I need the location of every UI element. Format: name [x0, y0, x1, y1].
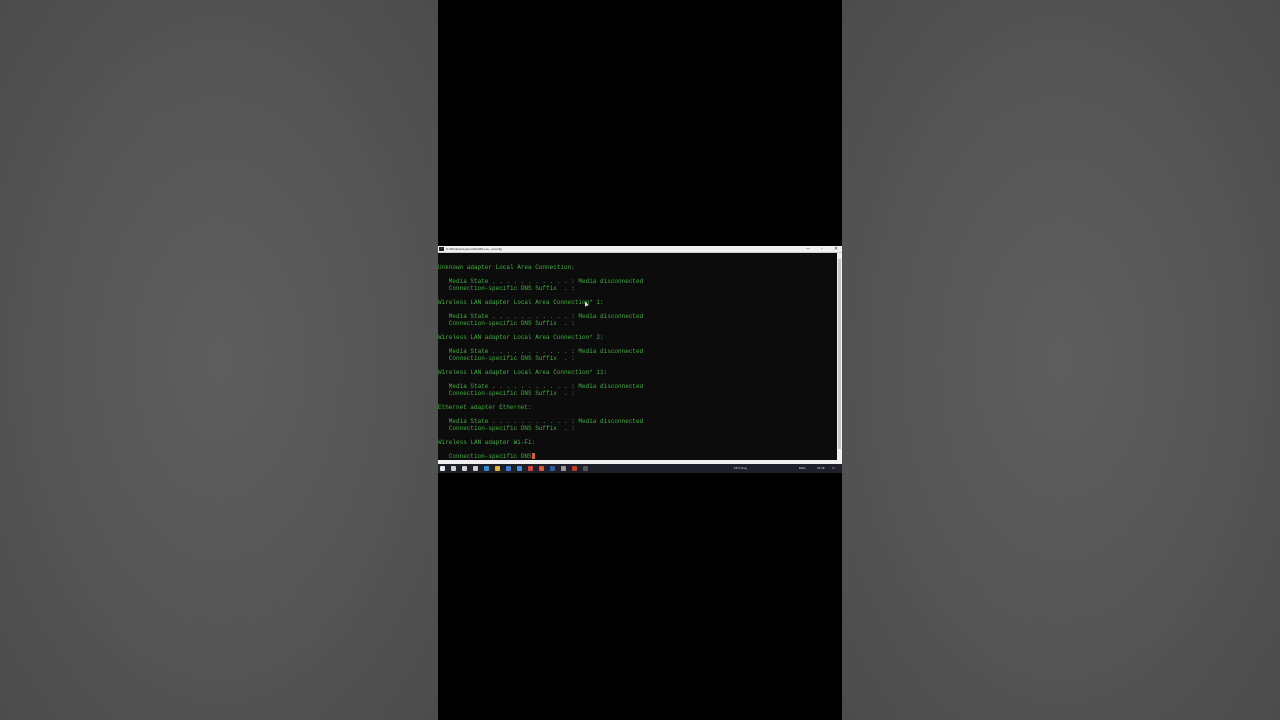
office-icon[interactable]: [539, 466, 544, 471]
console-line: Media State . . . . . . . . . . . : Medi…: [438, 278, 644, 285]
notification-icon[interactable]: ▭: [832, 464, 835, 473]
chrome-icon[interactable]: [528, 466, 533, 471]
console-line: Ethernet adapter Ethernet:: [438, 404, 532, 411]
scrollbar-thumb[interactable]: [838, 259, 841, 449]
window-title: C:\Windows\system32\CMD.exe - ipconfig: [446, 247, 503, 251]
weather-temp: 19°C: [734, 466, 741, 470]
cmd-window: C:\Windows\system32\CMD.exe - ipconfig ─…: [438, 246, 842, 464]
mail-icon[interactable]: [506, 466, 511, 471]
cortana-icon[interactable]: [462, 466, 467, 471]
blurred-background-left: [0, 0, 438, 720]
cmd-title-icon: [439, 247, 444, 251]
console-line: Wireless LAN adapter Local Area Connecti…: [438, 369, 608, 376]
video-frame: C:\Windows\system32\CMD.exe - ipconfig ─…: [438, 0, 842, 720]
console-line: Wireless LAN adapter Local Area Connecti…: [438, 334, 604, 341]
console-line: Connection-specific DNS Suffix . :: [438, 320, 575, 327]
start-icon[interactable]: [440, 466, 445, 471]
title-bar[interactable]: C:\Windows\system32\CMD.exe - ipconfig ─…: [438, 246, 842, 253]
word-icon[interactable]: [550, 466, 555, 471]
maximize-button[interactable]: ▫: [816, 246, 828, 252]
minimize-button[interactable]: ─: [802, 246, 814, 252]
search-icon[interactable]: [451, 466, 456, 471]
language-indicator[interactable]: ENG: [799, 464, 806, 473]
file-explorer-icon[interactable]: [495, 466, 500, 471]
console-line-text: Connection-specific DNS: [438, 453, 532, 460]
settings-icon[interactable]: [561, 466, 566, 471]
console-line: Wireless LAN adapter Local Area Connecti…: [438, 299, 604, 306]
text-cursor: [531, 453, 535, 459]
app-icon[interactable]: [572, 466, 577, 471]
console-line: Unknown adapter Local Area Connection:: [438, 264, 575, 271]
console-line: Connection-specific DNS Suffix . :: [438, 355, 575, 362]
weather-desc: Fog: [741, 466, 747, 470]
console-line: Connection-specific DNS Suffix . :: [438, 425, 575, 432]
console-line: Media State . . . . . . . . . . . : Medi…: [438, 383, 644, 390]
vertical-scrollbar[interactable]: [837, 253, 842, 460]
console-line: Wireless LAN adapter Wi-Fi:: [438, 439, 536, 446]
taskbar: 19°C Fog ENG 21:46 ▭: [438, 464, 842, 473]
console-output[interactable]: Unknown adapter Local Area Connection: M…: [438, 253, 837, 460]
console-line: Media State . . . . . . . . . . . : Medi…: [438, 313, 644, 320]
store-icon[interactable]: [517, 466, 522, 471]
close-button[interactable]: ✕: [830, 246, 842, 252]
console-prompt-line: Connection-specific DNS: [438, 453, 535, 460]
console-line: Media State . . . . . . . . . . . : Medi…: [438, 348, 644, 355]
console-line: Connection-specific DNS Suffix . :: [438, 390, 575, 397]
task-view-icon[interactable]: [473, 466, 478, 471]
weather-widget[interactable]: 19°C Fog: [734, 464, 747, 473]
edge-icon[interactable]: [484, 466, 489, 471]
console-line: Connection-specific DNS Suffix . :: [438, 285, 575, 292]
cmd-icon[interactable]: [583, 466, 588, 471]
clock[interactable]: 21:46: [817, 464, 825, 473]
blurred-background-right: [842, 0, 1280, 720]
console-line: Media State . . . . . . . . . . . : Medi…: [438, 418, 644, 425]
